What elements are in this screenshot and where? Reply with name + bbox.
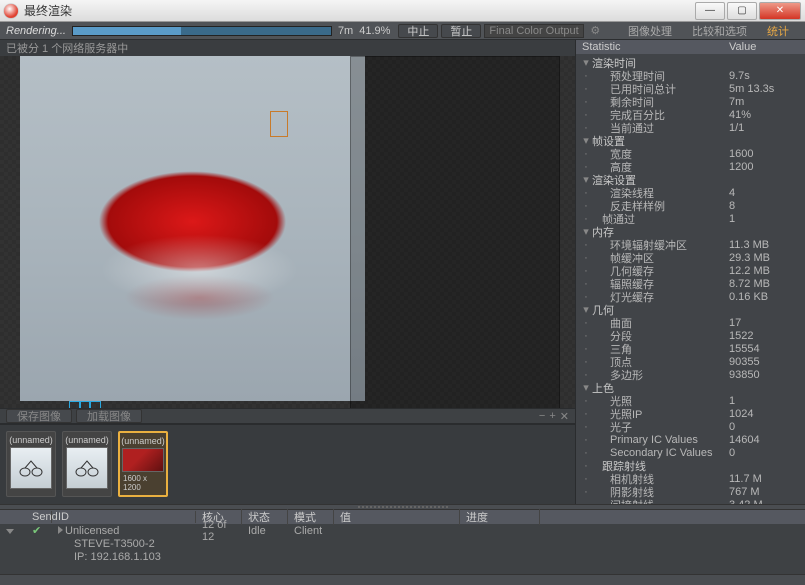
stats-col-value: Value: [729, 41, 799, 53]
viewport-title: 已被分 1 个网络服务器中: [0, 40, 575, 56]
stop-button[interactable]: 中止: [398, 24, 438, 38]
output-select[interactable]: Final Color Output: [484, 24, 584, 38]
pause-button[interactable]: 暂止: [441, 24, 481, 38]
thumbnail[interactable]: (unnamed): [6, 431, 56, 497]
node-name: STEVE-T3500-2: [52, 538, 196, 550]
thumb-label: (unnamed): [121, 436, 165, 446]
net-col-send[interactable]: Send: [26, 511, 52, 523]
stats-col-name: Statistic: [582, 41, 729, 53]
titlebar: 最终渲染 — ▢ ✕: [0, 0, 805, 22]
toolbar: Rendering... 7m 41.9% 中止 暂止 Final Color …: [0, 22, 805, 40]
minimize-button[interactable]: —: [695, 2, 725, 20]
elapsed-time: 7m: [338, 25, 353, 37]
net-col-id[interactable]: ID: [52, 511, 196, 523]
window-title: 最终渲染: [24, 2, 72, 19]
stats-header: Statistic Value: [576, 40, 805, 54]
progress-pct: 41.9%: [359, 25, 390, 37]
host-state: Idle: [242, 525, 288, 537]
thumbnail-selected[interactable]: (unnamed) 1600 x 1200: [118, 431, 168, 497]
host-mode: Client: [288, 525, 334, 537]
net-col-state[interactable]: 状态: [242, 509, 288, 525]
node-ip: IP: 192.168.1.103: [52, 551, 196, 563]
network-header: Send ID 核心 状态 模式 值 进度: [0, 510, 805, 524]
check-icon: ✔: [26, 524, 52, 537]
thumb-image: [122, 448, 164, 472]
settings-icon[interactable]: ⚙: [590, 24, 600, 37]
stats-panel: Statistic Value ▾渲染时间·预处理时间9.7s·已用时间总计5m…: [575, 40, 805, 504]
stat-row: ·光子0: [576, 420, 805, 433]
maximize-button[interactable]: ▢: [727, 2, 757, 20]
host-cores: 12 of 12: [196, 519, 242, 543]
tab-stats[interactable]: 统计: [757, 22, 799, 40]
host-name: Unlicensed: [65, 525, 119, 537]
app-icon: [4, 4, 18, 18]
tab-compare[interactable]: 比较和选项: [682, 22, 757, 40]
close-panel-icon[interactable]: ✕: [560, 410, 569, 423]
load-image-button[interactable]: 加载图像: [76, 409, 142, 423]
net-col-value[interactable]: 值: [334, 509, 460, 525]
tree-icon[interactable]: [58, 526, 63, 534]
render-preview: [20, 56, 365, 401]
network-body: ✔ Unlicensed 12 of 12 Idle Client STEVE-…: [0, 524, 805, 574]
stat-row: ·Primary IC Values14604: [576, 433, 805, 446]
close-button[interactable]: ✕: [759, 2, 801, 20]
net-col-progress[interactable]: 进度: [460, 509, 540, 525]
zoom-out-icon[interactable]: −: [539, 410, 545, 423]
render-status: Rendering...: [6, 25, 66, 37]
network-row[interactable]: STEVE-T3500-2: [0, 537, 805, 550]
save-image-button[interactable]: 保存图像: [6, 409, 72, 423]
thumb-image: [66, 447, 108, 489]
thumbnail-strip: (unnamed) (unnamed) (unnamed) 1600 x 120…: [0, 424, 575, 504]
expand-icon[interactable]: [6, 529, 14, 534]
thumb-image: [10, 447, 52, 489]
tab-image[interactable]: 图像处理: [618, 22, 682, 40]
panel-bar: 保存图像 加载图像 − + ✕: [0, 408, 575, 424]
bucket-marker: [270, 111, 288, 137]
network-row[interactable]: IP: 192.168.1.103: [0, 550, 805, 563]
thumb-label: (unnamed): [9, 435, 53, 445]
viewport[interactable]: [0, 56, 575, 408]
render-overlay: [350, 56, 560, 408]
stat-row: ·间接射线3.42 M: [576, 498, 805, 504]
thumbnail[interactable]: (unnamed): [62, 431, 112, 497]
network-row[interactable]: ✔ Unlicensed 12 of 12 Idle Client: [0, 524, 805, 537]
tile-markers: [70, 401, 100, 408]
stats-body[interactable]: ▾渲染时间·预处理时间9.7s·已用时间总计5m 13.3s·剩余时间7m·完成…: [576, 54, 805, 504]
thumb-label: (unnamed): [65, 435, 109, 445]
thumb-dim: 1600 x 1200: [123, 474, 163, 492]
net-col-mode[interactable]: 模式: [288, 509, 334, 525]
zoom-in-icon[interactable]: +: [549, 410, 555, 423]
footer: [0, 574, 805, 585]
progress-bar: [72, 26, 332, 36]
